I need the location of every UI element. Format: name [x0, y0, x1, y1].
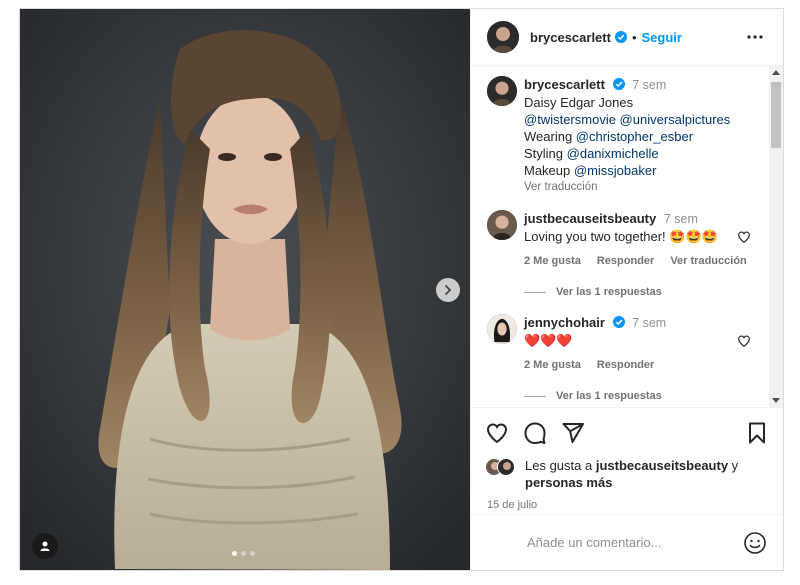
post-side-panel: brycescarlett • Seguir brycescarlett 7 s…: [470, 9, 783, 570]
post-photo: [20, 9, 470, 570]
caption-prefix: Wearing: [524, 129, 576, 144]
comment-item: jennychohair 7 sem ❤️❤️❤️: [487, 314, 757, 349]
verified-badge-icon: [614, 31, 627, 43]
caption-line: Makeup @missjobaker: [524, 162, 757, 179]
comment-text: ❤️❤️❤️: [524, 333, 573, 348]
caption-username[interactable]: brycescarlett: [524, 77, 605, 92]
caption-prefix: Styling: [524, 146, 567, 161]
more-options-button[interactable]: [743, 25, 767, 49]
comment-text: Loving you two together! 🤩🤩🤩: [524, 229, 718, 244]
replies-divider: [524, 395, 546, 397]
mention-link[interactable]: @danixmichelle: [567, 146, 659, 161]
like-comment-heart-icon[interactable]: [737, 334, 751, 348]
more-horizontal-icon: [747, 35, 763, 39]
view-replies-label: Ver las 1 respuestas: [556, 286, 662, 298]
comment-time: 7 sem: [663, 212, 698, 226]
comments-scrollbar[interactable]: [769, 66, 783, 407]
caption-prefix: Makeup: [524, 163, 574, 178]
post-date: 15 de julio: [487, 499, 538, 511]
liker-username[interactable]: justbecauseitsbeauty: [596, 458, 728, 473]
liker-avatar[interactable]: [497, 458, 515, 476]
comment-item: justbecauseitsbeauty 7 sem Loving you tw…: [487, 210, 757, 245]
view-replies-label: Ver las 1 respuestas: [556, 390, 662, 402]
comment-meta: 2 Me gusta Responder Ver traducción: [524, 255, 747, 267]
likes-connector: y: [728, 458, 739, 473]
comment-time: 7 sem: [632, 316, 667, 330]
caption-line: Wearing @christopher_esber: [524, 128, 757, 145]
user-icon: [40, 541, 50, 551]
next-slide-button[interactable]: [436, 278, 460, 302]
reply-button[interactable]: Responder: [597, 359, 654, 371]
liker-avatars: [485, 458, 521, 476]
caption-time: 7 sem: [632, 78, 667, 92]
comment-meta: 2 Me gusta Responder: [524, 359, 654, 371]
mention-link[interactable]: @missjobaker: [574, 163, 657, 178]
author-username[interactable]: brycescarlett: [530, 30, 611, 45]
tagged-users-button[interactable]: [32, 533, 58, 559]
likes-prefix: Les gusta a: [525, 458, 596, 473]
reply-button[interactable]: Responder: [597, 255, 654, 267]
share-send-icon[interactable]: [561, 421, 585, 445]
commenter-avatar[interactable]: [487, 210, 517, 240]
slide-dot-active: [232, 551, 237, 556]
emoji-picker-icon[interactable]: [743, 531, 767, 555]
post-header: brycescarlett • Seguir: [471, 9, 783, 66]
comment-username[interactable]: justbecauseitsbeauty: [524, 211, 656, 226]
post-actions: [471, 407, 783, 457]
comment-likes-count[interactable]: 2 Me gusta: [524, 359, 581, 371]
like-heart-icon[interactable]: [485, 421, 509, 445]
post-dialog: brycescarlett • Seguir brycescarlett 7 s…: [19, 8, 784, 571]
like-comment-heart-icon[interactable]: [737, 230, 751, 244]
comment-input[interactable]: [527, 535, 743, 550]
bookmark-save-icon[interactable]: [745, 421, 769, 445]
comment-icon[interactable]: [523, 421, 547, 445]
caption-mentions[interactable]: @twistersmovie @universalpictures: [524, 111, 757, 128]
header-separator: •: [631, 29, 637, 45]
follow-button[interactable]: Seguir: [642, 30, 682, 45]
verified-badge-icon: [612, 78, 625, 90]
slide-indicator: [232, 551, 255, 556]
scroll-up-arrow-icon[interactable]: [772, 70, 780, 75]
replies-divider: [524, 291, 546, 293]
slide-dot: [241, 551, 246, 556]
verified-badge-icon: [612, 316, 625, 328]
slide-dot: [250, 551, 255, 556]
caption-avatar[interactable]: [487, 76, 517, 106]
caption: brycescarlett 7 sem Daisy Edgar Jones @t…: [487, 76, 757, 196]
likes-summary: Les gusta a justbecauseitsbeauty y perso…: [471, 457, 783, 491]
comment-likes-count[interactable]: 2 Me gusta: [524, 255, 581, 267]
comments-section[interactable]: brycescarlett 7 sem Daisy Edgar Jones @t…: [471, 66, 783, 407]
caption-line: Styling @danixmichelle: [524, 145, 757, 162]
likes-others-link[interactable]: personas más: [525, 475, 612, 490]
caption-line: Daisy Edgar Jones: [524, 95, 634, 110]
post-media[interactable]: [20, 9, 470, 570]
chevron-right-icon: [445, 285, 452, 295]
caption-translate-link[interactable]: Ver traducción: [524, 179, 757, 196]
mention-link[interactable]: @christopher_esber: [576, 129, 693, 144]
view-replies-button[interactable]: Ver las 1 respuestas: [524, 286, 662, 298]
scroll-down-arrow-icon[interactable]: [772, 398, 780, 403]
view-replies-button[interactable]: Ver las 1 respuestas: [524, 390, 662, 402]
add-comment-bar: [471, 514, 783, 570]
commenter-avatar[interactable]: [487, 314, 517, 344]
translate-button[interactable]: Ver traducción: [670, 255, 746, 267]
author-avatar[interactable]: [487, 21, 519, 53]
comment-username[interactable]: jennychohair: [524, 315, 605, 330]
scrollbar-thumb[interactable]: [771, 82, 781, 148]
